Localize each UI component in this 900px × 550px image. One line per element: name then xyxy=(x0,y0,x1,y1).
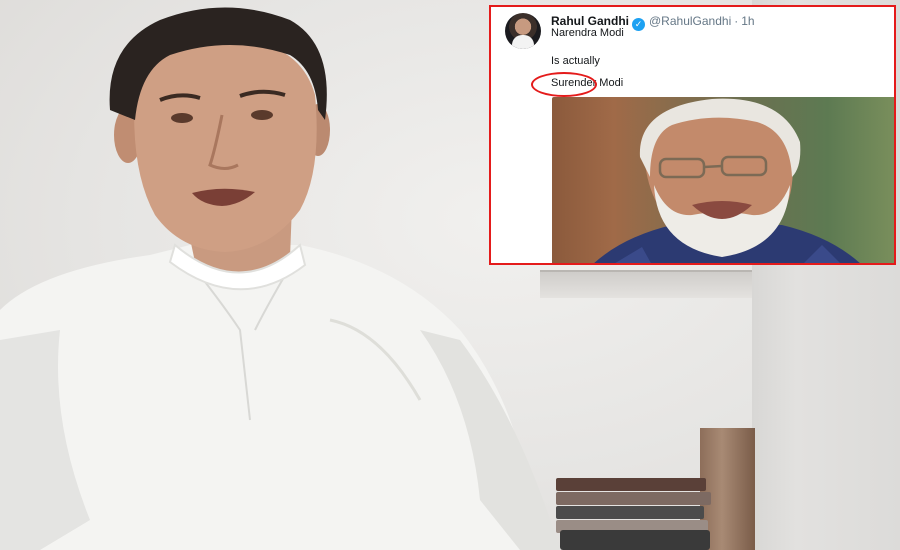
tweet-line-1: Narendra Modi xyxy=(551,27,624,39)
highlight-circle xyxy=(531,72,597,97)
tweet-card: Rahul Gandhi ✓ @RahulGandhi · 1h Narendra Mo… xyxy=(489,5,896,265)
timestamp[interactable]: 1h xyxy=(741,14,754,28)
verified-badge-icon: ✓ xyxy=(632,18,645,31)
avatar[interactable] xyxy=(505,13,541,49)
display-name[interactable]: Rahul Gandhi xyxy=(551,14,629,28)
tweet-photo[interactable] xyxy=(552,97,894,263)
photo-portrait xyxy=(594,98,860,263)
user-handle[interactable]: @RahulGandhi xyxy=(649,14,731,28)
separator: · xyxy=(734,14,739,28)
tweet-line-2: Is actually xyxy=(551,55,600,67)
